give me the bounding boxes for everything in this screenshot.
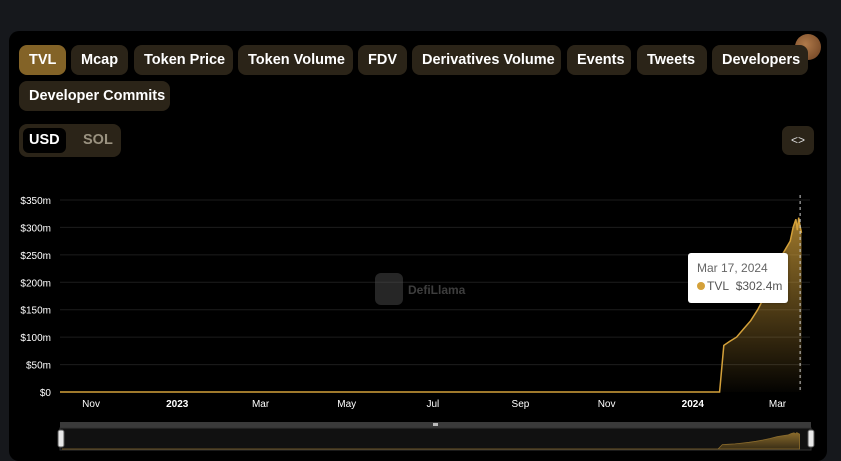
y-tick-label: $350m	[20, 196, 51, 207]
x-tick-label: Mar	[252, 399, 270, 410]
x-tick-label: Mar	[769, 399, 787, 410]
tvl-area	[60, 217, 802, 392]
y-tick-label: $300m	[20, 223, 51, 234]
x-tick-label: May	[337, 399, 356, 410]
x-tick-label: 2023	[166, 399, 189, 410]
tab-tvl[interactable]: TVL	[19, 45, 66, 75]
y-tick-label: $250m	[20, 251, 51, 262]
x-tick-label: Nov	[598, 399, 616, 410]
y-tick-label: $100m	[20, 333, 51, 344]
tab-developers[interactable]: Developers	[712, 45, 808, 75]
tab-token-price[interactable]: Token Price	[134, 45, 233, 75]
x-tick-label: Sep	[512, 399, 530, 410]
tooltip-date: Mar 17, 2024	[697, 261, 768, 275]
y-tick-label: $150m	[20, 306, 51, 317]
slider-track[interactable]	[59, 427, 812, 451]
watermark: DefiLlama	[375, 273, 466, 305]
tab-fdv[interactable]: FDV	[358, 45, 407, 75]
watermark-text: DefiLlama	[408, 283, 466, 297]
llama-logo-icon	[375, 273, 403, 305]
tooltip-row: TVL $302.4m	[697, 279, 788, 293]
tab-mcap[interactable]: Mcap	[71, 45, 128, 75]
tvl-line	[60, 217, 803, 393]
slider-right-handle[interactable]	[807, 429, 815, 448]
tab-developer-commits[interactable]: Developer Commits	[19, 81, 170, 111]
x-tick-label: Jul	[426, 399, 439, 410]
tooltip-dot	[697, 282, 705, 290]
tab-token-volume[interactable]: Token Volume	[238, 45, 353, 75]
chart-tooltip: Mar 17, 2024 TVL $302.4m	[688, 253, 788, 303]
tab-tweets[interactable]: Tweets	[637, 45, 707, 75]
x-tick-label: 2024	[682, 399, 705, 410]
tab-derivatives-volume[interactable]: Derivatives Volume	[412, 45, 561, 75]
slider-left-handle[interactable]	[57, 429, 65, 448]
slider-drag-grip[interactable]	[433, 423, 438, 426]
x-tick-label: Nov	[82, 399, 100, 410]
y-tick-label: $200m	[20, 278, 51, 289]
y-tick-label: $0	[40, 388, 52, 399]
tab-events[interactable]: Events	[567, 45, 631, 75]
y-tick-label: $50m	[26, 361, 51, 372]
tooltip-value: $302.4m	[735, 279, 783, 293]
tooltip-series: TVL	[707, 279, 730, 293]
